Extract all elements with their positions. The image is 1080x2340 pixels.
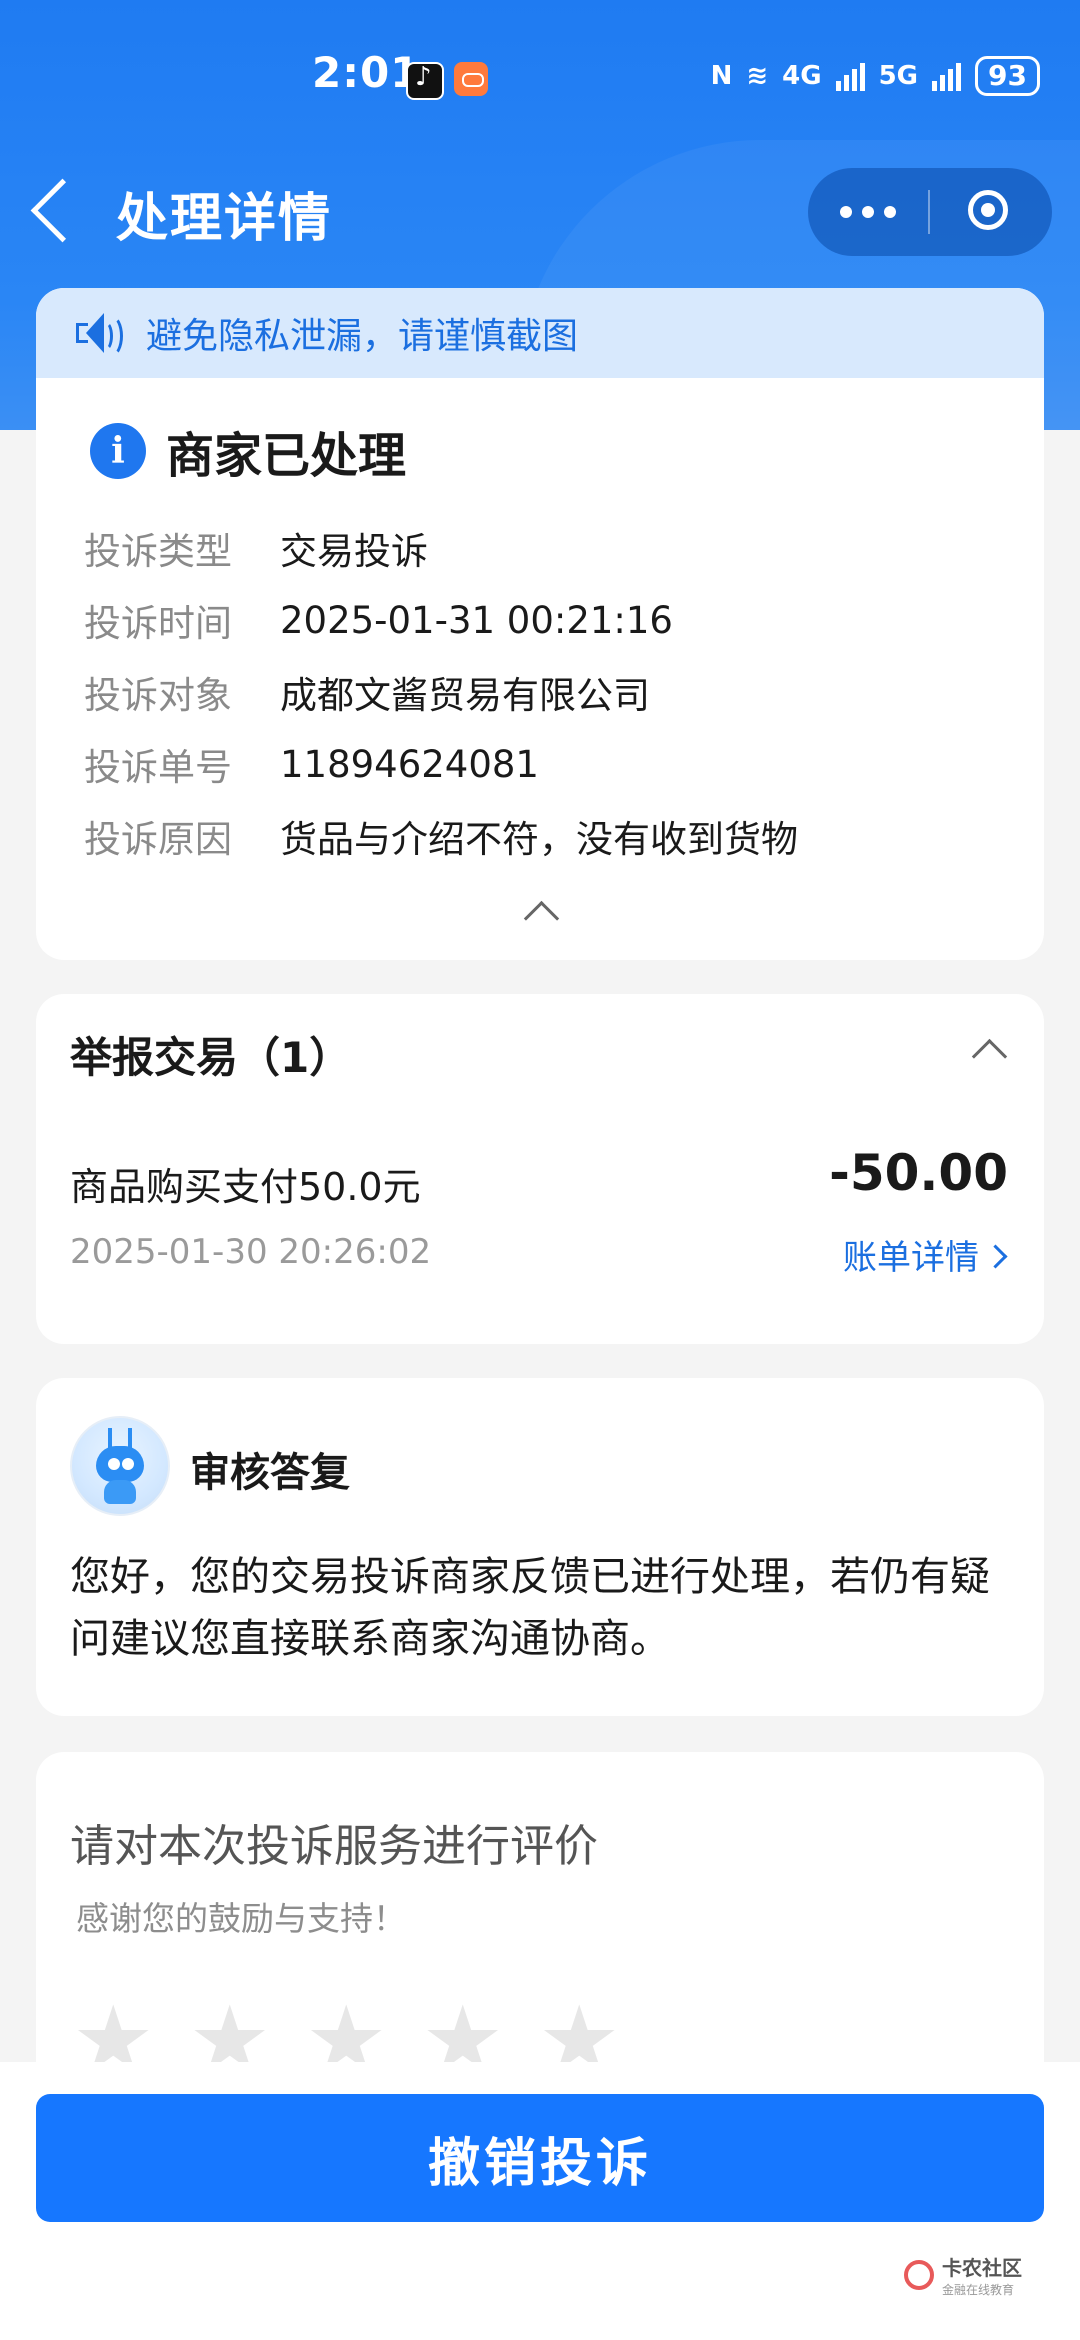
status-time: 2:01 <box>312 48 421 97</box>
field-value: 2025-01-31 00:21:16 <box>280 598 673 642</box>
watermark: 卡农社区 金融在线教育 <box>904 2252 1022 2298</box>
field-label: 投诉原因 <box>84 818 232 861</box>
field-complaint-target: 投诉对象 成都文酱贸易有限公司 <box>36 656 1044 728</box>
watermark-tagline: 金融在线教育 <box>942 2283 1015 2297</box>
speaker-icon <box>76 313 123 357</box>
status-right: N ≋ 4G 5G 93 <box>711 56 1040 96</box>
transactions-card: 举报交易（1） 商品购买支付50.0元 -50.00 2025-01-30 20… <box>36 994 1044 1344</box>
field-complaint-time: 投诉时间 2025-01-31 00:21:16 <box>36 584 1044 656</box>
transaction-name: 商品购买支付50.0元 <box>70 1165 421 1209</box>
privacy-notice: 避免隐私泄漏，请谨慎截图 <box>36 288 1044 378</box>
more-options-button[interactable] <box>808 168 928 256</box>
watermark-logo-icon <box>904 2260 934 2290</box>
field-complaint-number: 投诉单号 11894624081 <box>36 728 1044 800</box>
field-value: 成都文酱贸易有限公司 <box>280 674 650 717</box>
assistant-avatar <box>70 1416 170 1516</box>
complaint-card: 避免隐私泄漏，请谨慎截图 i 商家已处理 投诉类型 交易投诉 投诉时间 2025… <box>36 288 1044 960</box>
reply-text: 您好，您的交易投诉商家反馈已进行处理，若仍有疑问建议您直接联系商家沟通协商。 <box>70 1554 990 1662</box>
close-miniapp-button[interactable] <box>930 168 1050 256</box>
complaint-fields: 投诉类型 交易投诉 投诉时间 2025-01-31 00:21:16 投诉对象 … <box>36 512 1044 872</box>
field-value: 11894624081 <box>280 742 539 786</box>
network-5g-label: 5G <box>878 61 919 91</box>
wifi-icon: ≋ <box>746 61 769 91</box>
status-bar: 2:01 N ≋ 4G 5G 93 <box>0 48 1080 112</box>
signal-4g-icon <box>835 61 865 91</box>
field-complaint-type: 投诉类型 交易投诉 <box>36 512 1044 584</box>
rating-subtitle: 感谢您的鼓励与支持！ <box>76 1899 406 1938</box>
back-arrow-icon[interactable] <box>30 178 95 243</box>
tiktok-notification-icon <box>406 62 444 100</box>
review-reply-card: 审核答复 您好，您的交易投诉商家反馈已进行处理，若仍有疑问建议您直接联系商家沟通… <box>36 1378 1044 1716</box>
transaction-amount: -50.00 <box>829 1144 1008 1202</box>
field-complaint-reason: 投诉原因 货品与介绍不符，没有收到货物 <box>36 800 1044 872</box>
field-label: 投诉单号 <box>84 746 232 789</box>
complaint-status-title: 商家已处理 <box>166 428 407 484</box>
page-title: 处理详情 <box>116 189 333 249</box>
complaint-status: i 商家已处理 <box>36 378 1044 486</box>
bottom-action-bar: 撤销投诉 卡农社区 金融在线教育 <box>0 2062 1080 2340</box>
network-4g-label: 4G <box>782 61 822 91</box>
info-icon: i <box>90 423 146 479</box>
privacy-notice-text: 避免隐私泄漏，请谨慎截图 <box>146 316 579 357</box>
rating-title: 请对本次投诉服务进行评价 <box>70 1821 598 1872</box>
collapse-chevron-up-icon[interactable] <box>523 900 560 937</box>
field-value: 货品与介绍不符，没有收到货物 <box>280 818 798 861</box>
field-label: 投诉对象 <box>84 674 232 717</box>
nav-bar: 处理详情 <box>0 168 1080 258</box>
watermark-name: 卡农社区 <box>942 2256 1022 2280</box>
cancel-complaint-button[interactable]: 撤销投诉 <box>36 2094 1044 2222</box>
field-value: 交易投诉 <box>280 530 428 573</box>
transaction-date: 2025-01-30 20:26:02 <box>70 1232 432 1272</box>
nfc-icon: N <box>710 61 733 91</box>
miniapp-capsule <box>808 168 1052 256</box>
bill-details-link[interactable]: 账单详情 <box>843 1230 1004 1279</box>
game-notification-icon <box>454 62 488 96</box>
transactions-title: 举报交易（1） <box>70 1033 352 1082</box>
field-label: 投诉类型 <box>84 530 232 573</box>
transactions-collapse-icon[interactable] <box>971 1038 1008 1075</box>
field-label: 投诉时间 <box>84 602 232 645</box>
battery-indicator: 93 <box>975 56 1040 96</box>
reply-title: 审核答复 <box>190 1450 350 1496</box>
signal-5g-icon <box>932 61 962 91</box>
